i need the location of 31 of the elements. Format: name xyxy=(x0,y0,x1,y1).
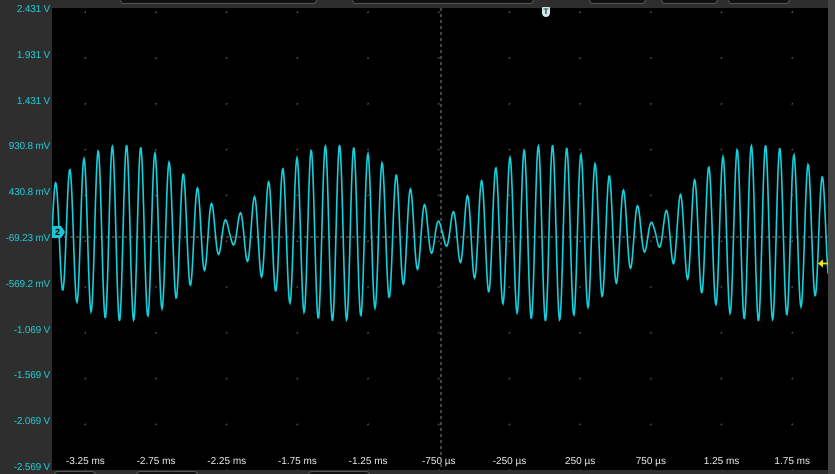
x-axis-label: -2.25 ms xyxy=(206,456,248,469)
x-axis-label: 750 µs xyxy=(634,456,667,469)
toolbar-button[interactable] xyxy=(589,0,646,4)
x-axis-label: -750 µs xyxy=(421,456,457,469)
y-axis-label: 1.431 V xyxy=(16,96,50,107)
toolbar-button[interactable] xyxy=(54,471,96,474)
toolbar-button[interactable] xyxy=(661,0,718,4)
trigger-marker[interactable]: T xyxy=(542,7,550,17)
toolbar-button[interactable] xyxy=(308,471,370,474)
y-axis-label: 2.431 V xyxy=(16,4,50,15)
x-axis-label: -1.75 ms xyxy=(276,456,318,469)
y-axis-label: -69.23 mV xyxy=(6,232,50,244)
toolbar-button[interactable] xyxy=(728,0,790,4)
y-axis-label: 1.931 V xyxy=(16,50,50,61)
x-axis-label: -3.25 ms xyxy=(64,456,106,469)
toolbar-button[interactable] xyxy=(136,471,198,474)
x-axis-label: -250 µs xyxy=(492,456,528,469)
trigger-level-arrow-icon[interactable] xyxy=(818,259,828,268)
x-axis-label: 250 µs xyxy=(564,456,596,469)
y-axis-label: -2.569 V xyxy=(14,462,50,473)
x-axis-label: 1.75 ms xyxy=(773,456,811,469)
channel-marker[interactable]: 2 xyxy=(52,226,66,238)
y-axis-label: -2.069 V xyxy=(14,416,50,428)
y-axis-label: 930.8 mV xyxy=(8,141,50,152)
y-axis-label: -1.569 V xyxy=(14,370,50,382)
x-axis-label: -1.25 ms xyxy=(348,456,389,469)
y-axis-label: 430.8 mV xyxy=(8,187,50,198)
y-axis-label: -1.069 V xyxy=(14,324,50,336)
x-axis-label: 1.25 ms xyxy=(702,456,740,469)
x-axis-label: -2.75 ms xyxy=(136,456,176,469)
y-axis-label: -569.2 mV xyxy=(6,278,50,290)
